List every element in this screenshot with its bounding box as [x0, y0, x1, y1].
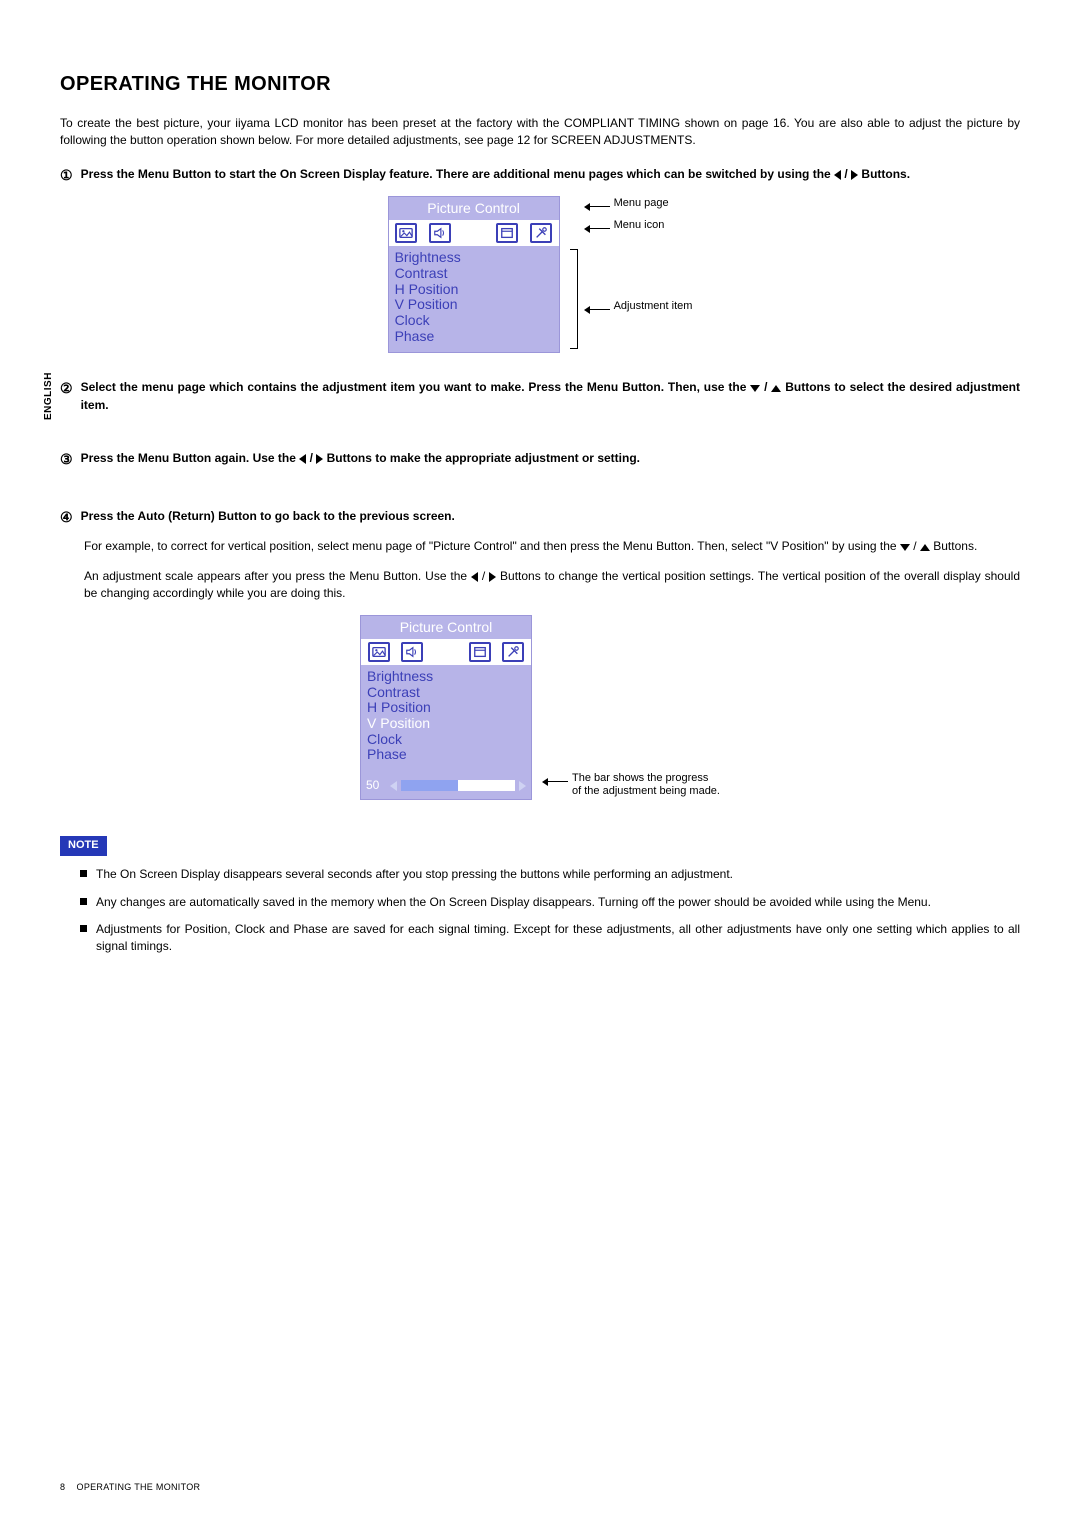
step-4-number: ④	[60, 508, 73, 526]
osd-progress-row: 50	[361, 771, 531, 799]
example-p2-pre: An adjustment scale appears after you pr…	[84, 569, 471, 583]
language-side-label: ENGLISH	[42, 372, 57, 420]
example-p2: An adjustment scale appears after you pr…	[84, 568, 1020, 603]
intro-paragraph: To create the best picture, your iiyama …	[60, 115, 1020, 150]
notes-list: The On Screen Display disappears several…	[80, 866, 1020, 956]
example-p1: For example, to correct for vertical pos…	[84, 538, 1020, 555]
step-1-post: Buttons.	[858, 167, 910, 181]
osd-panel: Picture Control Brightness Contrast H Po…	[360, 615, 532, 801]
step-3-pre: Press the Menu Button again. Use the	[81, 451, 300, 465]
decrease-triangle-icon	[390, 781, 397, 791]
step-4-text: Press the Auto (Return) Button to go bac…	[81, 508, 1020, 526]
note-item: The On Screen Display disappears several…	[80, 866, 1020, 883]
window-icon	[469, 642, 491, 662]
note-item: Any changes are automatically saved in t…	[80, 894, 1020, 911]
osd-progress-fill	[401, 780, 458, 791]
osd-figure-1: Picture Control Brightness Contrast H Po…	[60, 196, 1020, 353]
step-1-text: Press the Menu Button to start the On Sc…	[81, 166, 1020, 184]
page-title: OPERATING THE MONITOR	[60, 70, 1020, 99]
down-chevron-icon	[750, 385, 760, 392]
anno-menu-page: Menu page	[614, 197, 669, 210]
osd-item: V Position	[395, 297, 553, 313]
osd-item: Brightness	[395, 250, 553, 266]
osd-icon-row	[389, 220, 559, 246]
audio-icon	[429, 223, 451, 243]
example-p1-post: Buttons.	[930, 539, 977, 553]
osd-item: Clock	[367, 732, 525, 748]
step-2-pre: Select the menu page which contains the …	[81, 380, 751, 394]
tools-icon	[530, 223, 552, 243]
tools-icon	[502, 642, 524, 662]
osd-item: Contrast	[395, 266, 553, 282]
audio-icon	[401, 642, 423, 662]
window-icon	[496, 223, 518, 243]
picture-icon	[395, 223, 417, 243]
step-2-text: Select the menu page which contains the …	[81, 379, 1020, 414]
anno-menu-icon: Menu icon	[614, 219, 665, 232]
osd-progress-bar	[401, 780, 515, 791]
osd-item: Brightness	[367, 669, 525, 685]
osd-item: Clock	[395, 313, 553, 329]
arrow-left-icon	[584, 221, 610, 231]
osd-title: Picture Control	[361, 616, 531, 639]
note-badge: NOTE	[60, 836, 107, 856]
step-1-mid: /	[841, 167, 851, 181]
osd-items: Brightness Contrast H Position V Positio…	[361, 665, 531, 771]
brace-icon	[570, 249, 578, 349]
arrow-left-icon	[584, 302, 610, 312]
step-1: ① Press the Menu Button to start the On …	[60, 166, 1020, 184]
example-p2-mid: /	[478, 569, 489, 583]
step-2-mid: /	[760, 380, 771, 394]
note-item: Adjustments for Position, Clock and Phas…	[80, 921, 1020, 956]
step-1-pre: Press the Menu Button to start the On Sc…	[81, 167, 835, 181]
up-chevron-icon	[920, 544, 930, 551]
example-p1-pre: For example, to correct for vertical pos…	[84, 539, 900, 553]
step-3: ③ Press the Menu Button again. Use the /…	[60, 450, 1020, 468]
page-number: 8	[60, 1482, 65, 1492]
osd-item: Phase	[395, 329, 553, 345]
footer-title: OPERATING THE MONITOR	[77, 1482, 201, 1492]
step-4: ④ Press the Auto (Return) Button to go b…	[60, 508, 1020, 526]
osd-icon-row	[361, 639, 531, 665]
anno-bar-line1: The bar shows the progress	[572, 772, 708, 784]
increase-triangle-icon	[519, 781, 526, 791]
osd-item: Phase	[367, 747, 525, 763]
arrow-left-icon	[542, 774, 568, 784]
osd-panel: Picture Control Brightness Contrast H Po…	[388, 196, 560, 353]
step-1-number: ①	[60, 166, 73, 184]
anno-adjustment-item: Adjustment item	[614, 300, 693, 313]
osd-item: H Position	[395, 282, 553, 298]
step-2: ② Select the menu page which contains th…	[60, 379, 1020, 414]
step-3-mid: /	[306, 451, 316, 465]
up-chevron-icon	[771, 385, 781, 392]
left-chevron-icon	[834, 170, 841, 180]
arrow-left-icon	[584, 199, 610, 209]
left-chevron-icon	[471, 572, 478, 582]
example-p1-mid: /	[910, 539, 920, 553]
osd-item-selected: V Position	[367, 716, 525, 732]
osd-progress-value: 50	[366, 777, 386, 794]
osd-items: Brightness Contrast H Position V Positio…	[389, 246, 559, 352]
osd-item: H Position	[367, 700, 525, 716]
step-2-number: ②	[60, 379, 73, 414]
step-3-post: Buttons to make the appropriate adjustme…	[323, 451, 640, 465]
anno-bar-line2: of the adjustment being made.	[572, 785, 720, 797]
page-footer: 8 OPERATING THE MONITOR	[60, 1481, 200, 1494]
down-chevron-icon	[900, 544, 910, 551]
osd-figure-2: Picture Control Brightness Contrast H Po…	[60, 615, 1020, 801]
osd-title: Picture Control	[389, 197, 559, 220]
picture-icon	[368, 642, 390, 662]
osd-item: Contrast	[367, 685, 525, 701]
step-3-text: Press the Menu Button again. Use the / B…	[81, 450, 1020, 468]
step-3-number: ③	[60, 450, 73, 468]
